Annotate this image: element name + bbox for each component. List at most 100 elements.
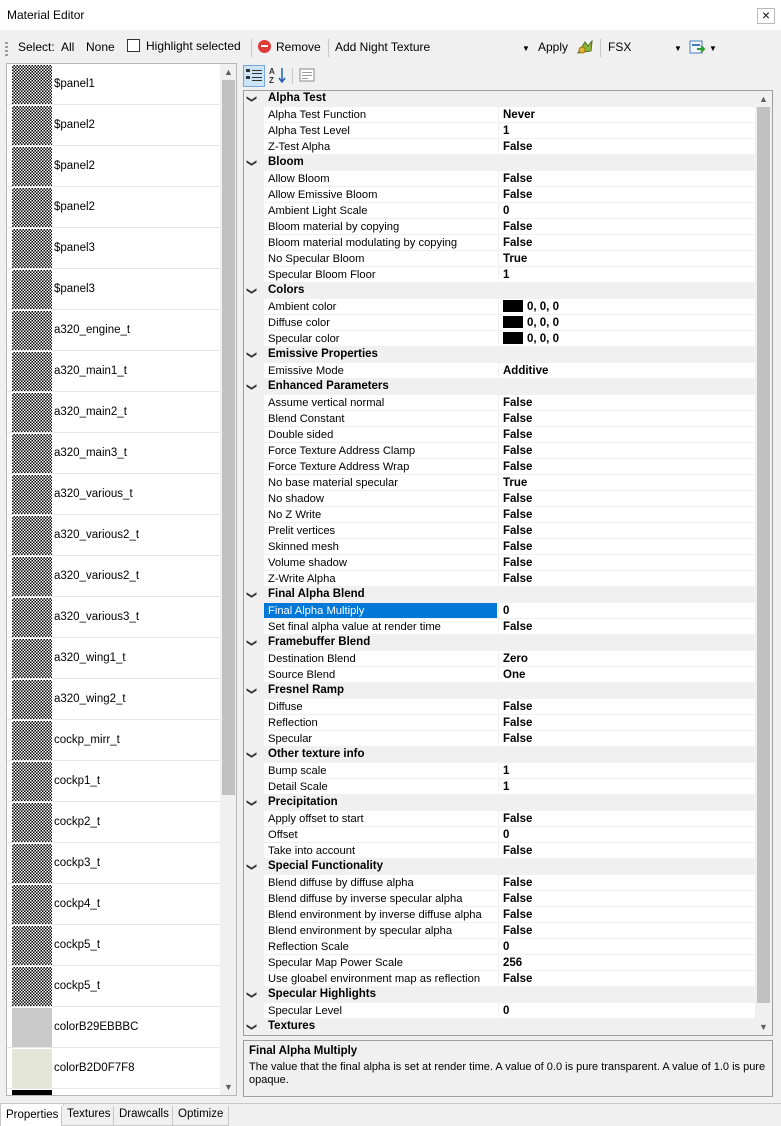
property-name[interactable]: Offset [264, 827, 497, 843]
toolbar-grip[interactable] [5, 42, 8, 56]
tab-drawcalls[interactable]: Drawcalls [113, 1106, 175, 1126]
property-category[interactable]: ❯ Specular Highlights [244, 987, 756, 1003]
property-row[interactable]: Blend Constant False [244, 411, 756, 427]
property-name[interactable]: Allow Bloom [264, 171, 497, 187]
property-value[interactable]: True [498, 251, 756, 267]
property-value[interactable]: False [498, 555, 756, 571]
property-value[interactable]: Additive [498, 363, 756, 379]
property-name[interactable]: Set final alpha value at render time [264, 619, 497, 635]
property-name[interactable]: No Specular Bloom [264, 251, 497, 267]
property-name[interactable]: No Z Write [264, 507, 497, 523]
property-name[interactable]: Specular Level [264, 1003, 497, 1019]
texture-combo-arrow-icon[interactable]: ▼ [522, 44, 530, 53]
chevron-down-icon[interactable]: ❯ [244, 1023, 259, 1031]
property-grid[interactable]: ❯ Alpha Test Alpha Test Function Never Alpha… [243, 90, 773, 1036]
property-row[interactable]: Z-Write Alpha False [244, 571, 756, 587]
property-name[interactable]: Blend Constant [264, 411, 497, 427]
property-name[interactable]: Emissive Mode [264, 363, 497, 379]
property-name[interactable]: Detail Scale [264, 779, 497, 795]
texture-list-item[interactable]: $panel3 [7, 228, 236, 269]
texture-list-item[interactable]: $panel1 [7, 64, 236, 105]
property-value[interactable]: False [498, 139, 756, 155]
property-row[interactable]: Ambient color 0, 0, 0 [244, 299, 756, 315]
property-value[interactable]: False [498, 811, 756, 827]
property-row[interactable]: Set final alpha value at render time Fals… [244, 619, 756, 635]
property-value[interactable]: False [498, 843, 756, 859]
property-value[interactable]: 0 [498, 203, 756, 219]
tab-optimize[interactable]: Optimize [172, 1106, 230, 1126]
categorized-view-icon[interactable] [243, 65, 265, 87]
property-name[interactable]: Take into account [264, 843, 497, 859]
property-name[interactable]: Prelit vertices [264, 523, 497, 539]
property-value[interactable]: 1 [498, 123, 756, 139]
select-all-button[interactable]: All [61, 40, 74, 54]
property-value[interactable]: False [498, 507, 756, 523]
texture-list-item[interactable]: cockp5_t [7, 925, 236, 966]
texture-list-item[interactable] [7, 1089, 236, 1095]
property-name[interactable]: Z-Write Alpha [264, 571, 497, 587]
property-name[interactable]: Blend diffuse by diffuse alpha [264, 875, 497, 891]
property-category[interactable]: ❯ Final Alpha Blend [244, 587, 756, 603]
property-value[interactable]: False [498, 731, 756, 747]
property-name[interactable]: Source Blend [264, 667, 497, 683]
property-category[interactable]: ❯ Other texture info [244, 747, 756, 763]
chevron-down-icon[interactable]: ❯ [244, 95, 259, 103]
tab-textures[interactable]: Textures [61, 1106, 117, 1126]
property-row[interactable]: Allow Emissive Bloom False [244, 187, 756, 203]
property-row[interactable]: Destination Blend Zero [244, 651, 756, 667]
property-value[interactable]: 1 [498, 267, 756, 283]
property-row[interactable]: Source Blend One [244, 667, 756, 683]
property-value[interactable]: False [498, 539, 756, 555]
remove-button[interactable]: Remove [258, 40, 321, 54]
property-value[interactable]: 0, 0, 0 [498, 331, 756, 347]
property-category[interactable]: ❯ Emissive Properties [244, 347, 756, 363]
property-name[interactable]: Ambient Light Scale [264, 203, 497, 219]
texture-list-item[interactable]: cockp3_t [7, 843, 236, 884]
texture-list-scrollbar[interactable]: ▲ ▼ [220, 64, 236, 1095]
apply-icon[interactable] [576, 39, 594, 58]
property-name[interactable]: Alpha Test Function [264, 107, 497, 123]
property-row[interactable]: Reflection False [244, 715, 756, 731]
property-value[interactable]: False [498, 235, 756, 251]
chevron-down-icon[interactable]: ❯ [244, 287, 259, 295]
property-category[interactable]: ❯ Precipitation [244, 795, 756, 811]
property-value[interactable]: False [498, 891, 756, 907]
property-name[interactable]: Use gloabel environment map as reflectio… [264, 971, 497, 987]
texture-list[interactable]: $panel1 $panel2 $panel2 $panel2 $panel3 $pane… [6, 63, 237, 1096]
tab-properties[interactable]: Properties [0, 1104, 65, 1126]
property-row[interactable]: Prelit vertices False [244, 523, 756, 539]
property-value[interactable]: False [498, 171, 756, 187]
property-name[interactable]: Force Texture Address Clamp [264, 443, 497, 459]
property-row[interactable]: Force Texture Address Clamp False [244, 443, 756, 459]
texture-list-item[interactable]: $panel3 [7, 269, 236, 310]
property-name[interactable]: Z-Test Alpha [264, 139, 497, 155]
property-value[interactable]: False [498, 715, 756, 731]
apply-button[interactable]: Apply [538, 40, 568, 54]
property-name[interactable]: Volume shadow [264, 555, 497, 571]
property-value[interactable]: False [498, 907, 756, 923]
color-swatch[interactable] [503, 332, 523, 344]
property-value[interactable]: 0 [498, 1003, 756, 1019]
property-value[interactable]: False [498, 699, 756, 715]
scroll-down-icon[interactable]: ▼ [220, 1079, 236, 1095]
texture-list-item[interactable]: a320_main1_t [7, 351, 236, 392]
property-row[interactable]: Take into account False [244, 843, 756, 859]
property-category[interactable]: ❯ Framebuffer Blend [244, 635, 756, 651]
scrollbar-thumb[interactable] [222, 80, 235, 795]
property-name[interactable]: Reflection [264, 715, 497, 731]
property-row[interactable]: Apply offset to start False [244, 811, 756, 827]
chevron-down-icon[interactable]: ❯ [244, 159, 259, 167]
property-row[interactable]: Allow Bloom False [244, 171, 756, 187]
property-value[interactable]: True [498, 475, 756, 491]
texture-list-item[interactable]: colorB2D0F7F8 [7, 1048, 236, 1089]
property-row[interactable]: Blend environment by specular alpha False [244, 923, 756, 939]
property-value[interactable]: False [498, 187, 756, 203]
property-name[interactable]: Specular [264, 731, 497, 747]
export-menu-arrow-icon[interactable]: ▼ [709, 44, 717, 53]
property-row[interactable]: Specular color 0, 0, 0 [244, 331, 756, 347]
texture-list-item[interactable]: $panel2 [7, 187, 236, 228]
chevron-down-icon[interactable]: ❯ [244, 991, 259, 999]
property-name[interactable]: Diffuse color [264, 315, 497, 331]
property-value[interactable]: 0, 0, 0 [498, 299, 756, 315]
property-row[interactable]: Skinned mesh False [244, 539, 756, 555]
